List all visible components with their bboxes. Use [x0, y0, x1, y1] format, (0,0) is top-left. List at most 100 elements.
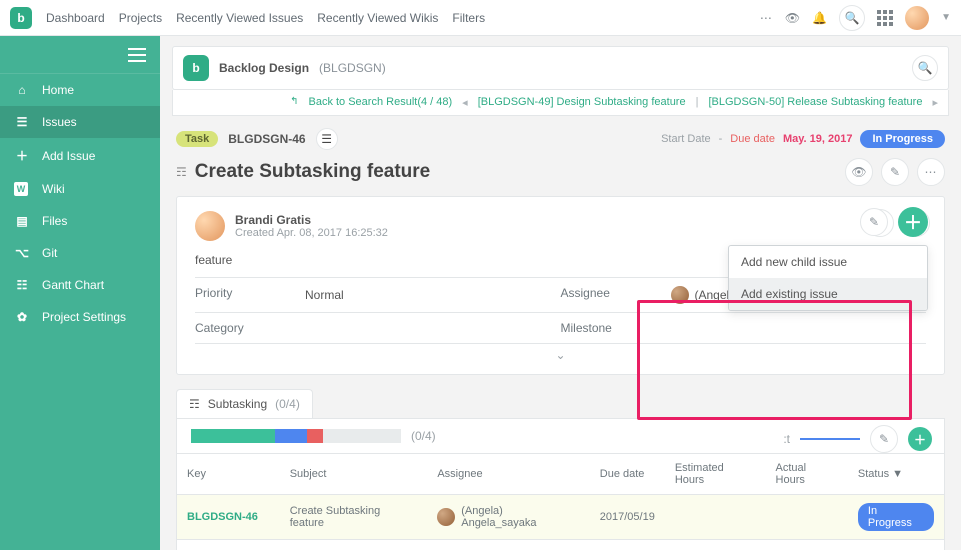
watch-button[interactable]: [845, 158, 873, 186]
avatar-icon: [437, 508, 455, 526]
tab-count: (0/4): [275, 397, 300, 411]
add-child-button-large[interactable]: ＋: [898, 207, 928, 237]
progress-seg-2: [275, 429, 307, 443]
issue-type-chip: Task: [176, 131, 218, 147]
sidebar-item-wiki[interactable]: WWiki: [0, 173, 160, 205]
sidebar-item-git[interactable]: ⌥Git: [0, 237, 160, 269]
row-subject: Design Subtasking feature: [280, 540, 428, 550]
sidebar-item-add-issue[interactable]: ＋Add Issue: [0, 138, 160, 173]
apps-icon[interactable]: [877, 10, 893, 26]
row-key[interactable]: BLGDSGN-46: [187, 511, 258, 523]
watch-icon[interactable]: [785, 11, 800, 25]
sidebar-item-settings[interactable]: ✿Project Settings: [0, 301, 160, 333]
milestone-label: Milestone: [561, 321, 671, 335]
wiki-icon: W: [14, 182, 30, 196]
git-icon: ⌥: [14, 246, 30, 260]
project-key: (BLGDSGN): [319, 61, 386, 75]
sidebar-toggle[interactable]: [0, 36, 160, 74]
tab-label: Subtasking: [208, 397, 267, 411]
home-icon: ⌂: [14, 83, 30, 97]
nav-recent-issues[interactable]: Recently Viewed Issues: [176, 11, 303, 25]
crumb-prev[interactable]: [BLGDSGN-49] Design Subtasking feature: [478, 96, 686, 109]
edit-button[interactable]: [881, 158, 909, 186]
nav-filters[interactable]: Filters: [452, 11, 485, 25]
sidebar-item-issues[interactable]: ☰ Issues: [0, 106, 160, 138]
author-avatar: [195, 211, 225, 241]
content: b Backlog Design (BLGDSGN) ↰ Back to Sea…: [160, 36, 961, 550]
app-logo[interactable]: b: [10, 7, 32, 29]
nav-recent-wikis[interactable]: Recently Viewed Wikis: [317, 11, 438, 25]
table-row[interactable]: BLGDSGN-46Create Subtasking feature(Ange…: [177, 495, 944, 540]
priority-label: Priority: [195, 286, 305, 304]
author-name: Brandi Gratis: [235, 213, 388, 227]
chevron-down-icon: ⌄: [555, 348, 565, 362]
search-button[interactable]: [839, 5, 865, 31]
more-icon[interactable]: [760, 11, 773, 25]
search-icon: [918, 61, 933, 75]
breadcrumb: ↰ Back to Search Result(4 / 48) ◂ [BLGDS…: [172, 90, 949, 116]
col-key[interactable]: Key: [177, 454, 280, 495]
sidebar-item-label: Home: [42, 83, 74, 97]
pencil-icon: [879, 432, 889, 446]
crumb-next[interactable]: [BLGDSGN-50] Release Subtasking feature: [708, 96, 922, 109]
progress-seg-1: [191, 429, 275, 443]
top-nav: Dashboard Projects Recently Viewed Issue…: [46, 11, 485, 25]
nav-dashboard[interactable]: Dashboard: [46, 11, 105, 25]
col-status[interactable]: Status ▼: [848, 454, 944, 495]
project-search-button[interactable]: [912, 55, 938, 81]
list-icon: ☰: [14, 115, 30, 129]
col-est[interactable]: Estimated Hours: [665, 454, 766, 495]
plus-icon: ＋: [14, 147, 30, 164]
row-subject: Create Subtasking feature: [280, 495, 428, 540]
subtask-icon: ☶: [176, 165, 187, 179]
add-child-popover: ＋ Add new child issue Add existing issue: [728, 207, 928, 311]
pencil-icon: [890, 165, 900, 179]
col-assignee[interactable]: Assignee: [427, 454, 589, 495]
sidebar-item-home[interactable]: ⌂ Home: [0, 74, 160, 106]
user-avatar[interactable]: [905, 6, 929, 30]
add-child-button[interactable]: ＋: [908, 427, 932, 451]
more-icon: [925, 165, 938, 179]
col-actual[interactable]: Actual Hours: [766, 454, 848, 495]
edit-subtasks-button[interactable]: [870, 425, 898, 453]
subtask-table: (0/4) :t ＋ Key Subject Assignee Due date: [176, 418, 945, 550]
chevron-down-icon[interactable]: ▼: [941, 12, 951, 23]
tab-subtasking[interactable]: ☶ Subtasking (0/4): [176, 389, 313, 418]
sidebar-item-files[interactable]: ▤Files: [0, 205, 160, 237]
nav-projects[interactable]: Projects: [119, 11, 162, 25]
assignee-label: Assignee: [561, 286, 671, 304]
crumb-back[interactable]: Back to Search Result(4 / 48): [308, 96, 452, 109]
hamburger-icon: [128, 48, 146, 62]
due-date-label: Due date: [730, 133, 775, 145]
gear-icon: ✿: [14, 310, 30, 324]
subtask-tab-icon: ☶: [189, 397, 200, 411]
start-date-label: Start Date: [661, 133, 711, 145]
issue-title: Create Subtasking feature: [195, 161, 430, 183]
progress-seg-3: [307, 429, 324, 443]
partial-label: :t: [783, 432, 790, 446]
subtask-tabs: ☶ Subtasking (0/4): [176, 389, 945, 418]
col-due[interactable]: Due date: [590, 454, 665, 495]
clipboard-icon: ☰: [321, 132, 332, 146]
top-actions: ▼: [760, 5, 951, 31]
global-topbar: b Dashboard Projects Recently Viewed Iss…: [0, 0, 961, 36]
table-row[interactable]: ↳ BLGDSGN-49Design Subtasking featureBra…: [177, 540, 944, 550]
notifications-icon[interactable]: [812, 11, 827, 25]
copy-link-button[interactable]: ☰: [316, 128, 338, 150]
due-date-value: May. 19, 2017: [783, 133, 853, 145]
sidebar-item-label: Issues: [42, 115, 77, 129]
expand-toggle[interactable]: ⌄: [195, 344, 926, 366]
project-name: Backlog Design: [219, 61, 309, 75]
row-due: 2017/05/19: [590, 495, 665, 540]
edit-subtask-button[interactable]: [860, 208, 888, 236]
progress-count: (0/4): [411, 429, 436, 443]
menu-add-existing[interactable]: Add existing issue: [729, 278, 927, 310]
sidebar-item-gantt[interactable]: ☷Gantt Chart: [0, 269, 160, 301]
project-header: b Backlog Design (BLGDSGN): [172, 46, 949, 90]
more-button[interactable]: [917, 158, 945, 186]
issue-status-pill[interactable]: In Progress: [860, 130, 945, 148]
gantt-icon: ☷: [14, 278, 30, 292]
pencil-icon: [869, 215, 879, 229]
col-subject[interactable]: Subject: [280, 454, 428, 495]
menu-add-new-child[interactable]: Add new child issue: [729, 246, 927, 278]
